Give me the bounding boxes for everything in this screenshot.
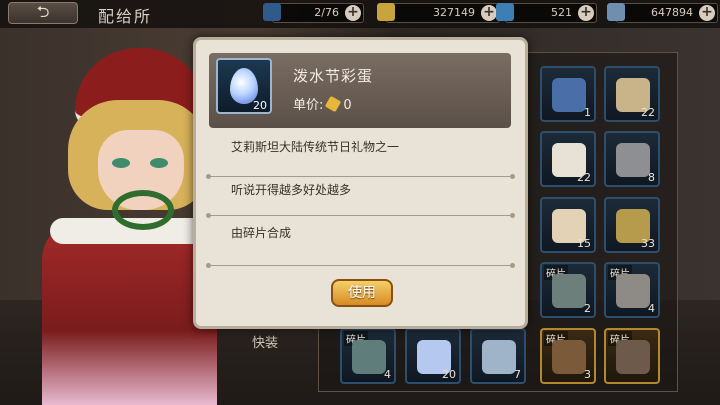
resource-crystal: 647894 + bbox=[607, 3, 718, 23]
resource-gold: 327149 + bbox=[377, 3, 500, 23]
divider bbox=[206, 213, 515, 218]
add-gold-button[interactable]: + bbox=[481, 5, 497, 21]
inventory-slot[interactable]: 碎片 3 bbox=[540, 328, 596, 384]
character-body bbox=[42, 220, 217, 405]
item-count: 20 bbox=[253, 99, 267, 112]
slot-count: 22 bbox=[641, 106, 655, 119]
inventory-slot[interactable]: 20 bbox=[405, 328, 461, 384]
back-arrow-icon: ⮌ bbox=[36, 2, 50, 21]
resource-gem-value: 521 bbox=[551, 6, 572, 19]
wreath-necklace bbox=[112, 190, 174, 230]
fragment-icon bbox=[552, 340, 586, 374]
slot-count: 33 bbox=[641, 237, 655, 250]
slot-count: 7 bbox=[514, 368, 521, 381]
resource-gem: 521 + bbox=[496, 3, 597, 23]
gift-box-icon bbox=[552, 78, 586, 112]
item-header: 20 泼水节彩蛋 单价: 0 bbox=[209, 53, 511, 128]
divider bbox=[206, 174, 515, 179]
inventory-slot[interactable]: 1 bbox=[540, 66, 596, 122]
slot-count: 2 bbox=[584, 302, 591, 315]
fragment-icon bbox=[616, 274, 650, 308]
item-detail-panel: 20 泼水节彩蛋 单价: 0 艾莉斯坦大陆传统节日礼物之一 听说开得越多好处越多 … bbox=[193, 37, 528, 329]
item-name: 泼水节彩蛋 bbox=[293, 67, 374, 85]
inventory-slot[interactable]: 碎片 bbox=[604, 328, 660, 384]
price-row: 单价: 0 bbox=[293, 94, 352, 113]
description-line: 由碎片合成 bbox=[231, 226, 292, 240]
description-line: 听说开得越多好处越多 bbox=[231, 183, 352, 197]
crystal-icon bbox=[607, 3, 625, 21]
resource-energy: 2/76 + bbox=[263, 3, 364, 23]
inventory-slot[interactable]: 碎片 4 bbox=[340, 328, 396, 384]
slot-count: 4 bbox=[384, 368, 391, 381]
inventory-slot[interactable]: 7 bbox=[470, 328, 526, 384]
inventory-slot[interactable]: 22 bbox=[604, 66, 660, 122]
inventory-slot[interactable]: 8 bbox=[604, 131, 660, 187]
slot-count: 20 bbox=[442, 368, 456, 381]
description-line: 艾莉斯坦大陆传统节日礼物之一 bbox=[231, 140, 400, 154]
gold-cube-icon bbox=[377, 3, 395, 21]
fragment-icon bbox=[616, 340, 650, 374]
slot-count: 22 bbox=[577, 171, 591, 184]
character-eye-right bbox=[150, 158, 168, 168]
character-eye-left bbox=[112, 158, 130, 168]
lightning-icon bbox=[263, 3, 281, 21]
price-value: 0 bbox=[343, 98, 352, 113]
crate-icon bbox=[482, 340, 516, 374]
use-button[interactable]: 使用 bbox=[331, 279, 393, 307]
add-gem-button[interactable]: + bbox=[578, 5, 594, 21]
resource-crystal-value: 647894 bbox=[651, 6, 693, 19]
blue-gem-icon bbox=[496, 3, 514, 21]
top-bar: ⮌ 配给所 2/76 + 327149 + 521 + 647894 + bbox=[0, 0, 720, 28]
slot-count: 8 bbox=[648, 171, 655, 184]
fragment-icon bbox=[552, 274, 586, 308]
divider bbox=[206, 263, 515, 268]
price-label: 单价: bbox=[293, 98, 324, 113]
slot-count: 4 bbox=[648, 302, 655, 315]
inventory-slot[interactable]: 碎片 4 bbox=[604, 262, 660, 318]
fast-equip-label[interactable]: 快装 bbox=[252, 332, 278, 351]
slot-count: 3 bbox=[584, 368, 591, 381]
inventory-slot[interactable]: 15 bbox=[540, 197, 596, 253]
add-energy-button[interactable]: + bbox=[345, 5, 361, 21]
resource-energy-value: 2/76 bbox=[314, 6, 339, 19]
page-title: 配给所 bbox=[98, 7, 153, 26]
inventory-slot[interactable]: 33 bbox=[604, 197, 660, 253]
resource-gold-value: 327149 bbox=[433, 6, 475, 19]
add-crystal-button[interactable]: + bbox=[699, 5, 715, 21]
gift-icon bbox=[616, 143, 650, 177]
fragment-icon bbox=[352, 340, 386, 374]
back-button[interactable]: ⮌ bbox=[8, 2, 78, 24]
slot-count: 15 bbox=[577, 237, 591, 250]
item-icon-slot: 20 bbox=[216, 58, 272, 114]
gold-cube-icon bbox=[325, 95, 342, 113]
slot-count: 1 bbox=[584, 106, 591, 119]
inventory-slot[interactable]: 碎片 2 bbox=[540, 262, 596, 318]
inventory-slot[interactable]: 22 bbox=[540, 131, 596, 187]
